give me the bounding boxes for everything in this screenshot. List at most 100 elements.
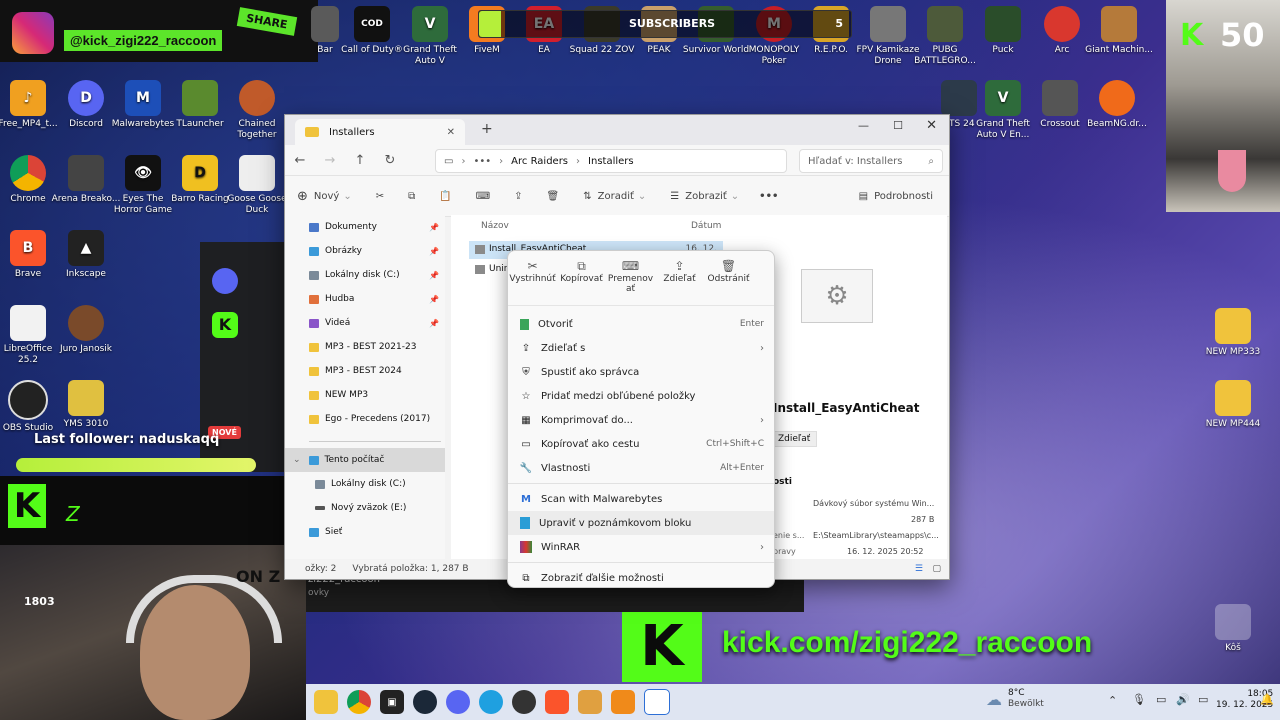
search-input[interactable]: Hľadať v: Installers ⌕ — [799, 149, 943, 173]
rename-action[interactable]: ⌨ Premenov ať — [606, 251, 655, 305]
minimize-button[interactable]: — — [858, 119, 869, 132]
share-icon[interactable]: ⇪ — [514, 191, 522, 202]
desktop-icon-beamng[interactable]: BeamNG.dr... — [1082, 80, 1152, 130]
nav-item-mp3-best-2024[interactable]: MP3 - BEST 2024 — [285, 359, 445, 383]
nav-item-new-mp3[interactable]: NEW MP3 — [285, 383, 445, 407]
close-tab-icon[interactable]: ✕ — [447, 127, 455, 138]
notepad-icon — [520, 517, 530, 529]
nav-item-drive-c[interactable]: Lokálny disk (C:) — [285, 472, 445, 496]
share-action[interactable]: ⇪ Zdieľať — [655, 251, 704, 305]
details-button[interactable]: ▤ Podrobnosti — [859, 191, 933, 202]
column-header-name[interactable]: Názov — [481, 221, 509, 231]
breadcrumb-arc-raiders[interactable]: Arc Raiders — [511, 156, 568, 167]
desktop-icon-goose-goose-duck[interactable]: Goose Goose Duck — [222, 155, 292, 216]
cut-icon[interactable]: ✂ — [376, 191, 384, 202]
obs-taskbar-icon[interactable]: ▣ — [380, 690, 404, 714]
more-options-button[interactable]: ••• — [759, 191, 778, 202]
menu-item-edit-notepad[interactable]: Upraviť v poznámkovom bloku — [508, 511, 774, 535]
maximize-button[interactable]: ☐ — [893, 119, 903, 132]
preview-path: E:\SteamLibrary\steamapps\c... — [813, 531, 939, 540]
nav-item-local-disk-c[interactable]: Lokálny disk (C:) 📌 — [285, 263, 445, 287]
menu-item-properties[interactable]: 🔧 Vlastnosti Alt+Enter — [508, 456, 774, 480]
notification-bell-icon[interactable]: 🔔 — [1260, 693, 1274, 706]
kick-banner-logo: K — [622, 612, 702, 682]
cut-action[interactable]: ✂ Vystrihnúť — [508, 251, 557, 305]
steam-taskbar-icon[interactable] — [413, 690, 437, 714]
discord-taskbar-icon[interactable] — [446, 690, 470, 714]
vlc-taskbar-icon[interactable] — [611, 690, 635, 714]
tiles-view-icon[interactable]: ▢ — [932, 564, 941, 574]
preview-size: 287 B — [911, 515, 935, 524]
app3-taskbar-icon[interactable] — [644, 689, 670, 715]
desktop-icon-chained-together[interactable]: Chained Together — [222, 80, 292, 141]
preview-share-button[interactable]: Zdieľať — [771, 431, 818, 447]
back-button[interactable]: ← — [285, 153, 315, 168]
speaker-icon[interactable]: 🔊 — [1176, 693, 1190, 706]
edge-taskbar-icon[interactable] — [479, 690, 503, 714]
paste-icon[interactable]: 📋 — [439, 191, 451, 202]
nav-item-this-pc[interactable]: ⌄ Tento počítač — [285, 448, 445, 472]
winrar-icon — [520, 541, 532, 553]
hat-text: ON Z — [236, 567, 281, 586]
desktop-icon-new-mp333[interactable]: NEW MP333 — [1198, 308, 1268, 358]
file-explorer-taskbar-icon[interactable] — [314, 690, 338, 714]
tab-installers[interactable]: Installers ✕ — [295, 119, 465, 145]
column-header-date[interactable]: Dátum — [691, 221, 721, 231]
menu-item-open[interactable]: Otvoriť Enter — [508, 312, 774, 336]
microphone-icon[interactable]: 🎙 — [1132, 693, 1146, 706]
chevron-up-icon[interactable]: ⌃ — [1108, 694, 1117, 707]
chrome-taskbar-icon[interactable] — [347, 690, 371, 714]
nav-item-network[interactable]: Sieť — [285, 520, 445, 544]
up-button[interactable]: ↑ — [345, 153, 375, 168]
details-pane-icon: ▤ — [858, 190, 869, 202]
chevron-down-icon: ⌄ — [293, 455, 301, 465]
refresh-button[interactable]: ↻ — [375, 153, 405, 168]
nav-item-dokumenty[interactable]: Dokumenty 📌 — [285, 215, 445, 239]
menu-item-copy-path[interactable]: ▭ Kopírovať ako cestu Ctrl+Shift+C — [508, 432, 774, 456]
menu-item-run-as-admin[interactable]: ⛨ Spustiť ako správca — [508, 360, 774, 384]
sort-button[interactable]: ⇅ Zoradiť ⌄ — [583, 191, 646, 202]
desktop-icon-giant-machines[interactable]: Giant Machin... — [1084, 6, 1154, 56]
new-button[interactable]: ⊕ Nový ⌄ — [297, 189, 352, 204]
breadcrumb-installers[interactable]: Installers — [588, 156, 634, 167]
delete-action[interactable]: 🗑 Odstrániť — [704, 251, 753, 305]
brave-taskbar-icon[interactable] — [545, 690, 569, 714]
breadcrumb-more-icon[interactable]: ••• — [473, 156, 491, 167]
app2-taskbar-icon[interactable] — [578, 690, 602, 714]
details-view-icon[interactable]: ☰ — [915, 564, 923, 574]
breadcrumb[interactable]: ▭ › ••• › Arc Raiders › Installers — [435, 149, 787, 173]
menu-item-compress[interactable]: ▦ Komprimovať do... › — [508, 408, 774, 432]
menu-item-share-with[interactable]: ⇪ Zdieľať s › — [508, 336, 774, 360]
battery-icon[interactable]: ▭ — [1198, 693, 1208, 706]
menu-item-scan-malwarebytes[interactable]: M Scan with Malwarebytes — [508, 487, 774, 511]
close-window-button[interactable]: ✕ — [926, 118, 937, 133]
view-button[interactable]: ☰ Zobraziť ⌄ — [670, 191, 739, 202]
menu-item-add-favorites[interactable]: ☆ Pridať medzi obľúbené položky — [508, 384, 774, 408]
delete-icon[interactable]: 🗑 — [547, 191, 560, 202]
app-taskbar-icon[interactable] — [512, 690, 536, 714]
nav-item-hudba[interactable]: Hudba 📌 — [285, 287, 445, 311]
nav-item-mp3-best-2021[interactable]: MP3 - BEST 2021-23 — [285, 335, 445, 359]
desktop-icon-yms[interactable]: YMS 3010 — [51, 380, 121, 430]
nav-item-ego-precedens[interactable]: Ego - Precedens (2017) — [285, 407, 445, 431]
menu-item-show-more-options[interactable]: ⧉ Zobraziť ďalšie možnosti — [508, 566, 774, 590]
desktop-icon-recycle-bin[interactable]: Kôš — [1198, 604, 1268, 654]
taskbar: ▣ ☁ 8°C Bewölkt ⌃ 🎙 ▭ 🔊 ▭ 18:05 19. 12. … — [306, 684, 1280, 720]
weather-widget[interactable]: ☁ 8°C Bewölkt — [986, 688, 1044, 710]
forward-button[interactable]: → — [315, 153, 345, 168]
network-icon[interactable]: ▭ — [1156, 693, 1166, 706]
desktop-icon-juro-janosik[interactable]: Juro Janosik — [51, 305, 121, 355]
status-item-count: ožky: 2 — [305, 564, 337, 574]
menu-item-winrar[interactable]: WinRAR › — [508, 535, 774, 559]
copy-icon[interactable]: ⧉ — [408, 191, 415, 202]
nav-item-obrazky[interactable]: Obrázky 📌 — [285, 239, 445, 263]
copy-action[interactable]: ⧉ Kopírovať — [557, 251, 606, 305]
desktop-icon-inkscape[interactable]: ▲ Inkscape — [51, 230, 121, 280]
videos-icon — [309, 318, 319, 328]
new-tab-button[interactable]: + — [481, 121, 493, 137]
preview-section: osti — [773, 477, 792, 487]
desktop-icon-new-mp444[interactable]: NEW MP444 — [1198, 380, 1268, 430]
nav-item-drive-e[interactable]: Nový zväzok (E:) — [285, 496, 445, 520]
rename-icon[interactable]: ⌨ — [476, 191, 490, 202]
nav-item-videa[interactable]: Videá 📌 — [285, 311, 445, 335]
